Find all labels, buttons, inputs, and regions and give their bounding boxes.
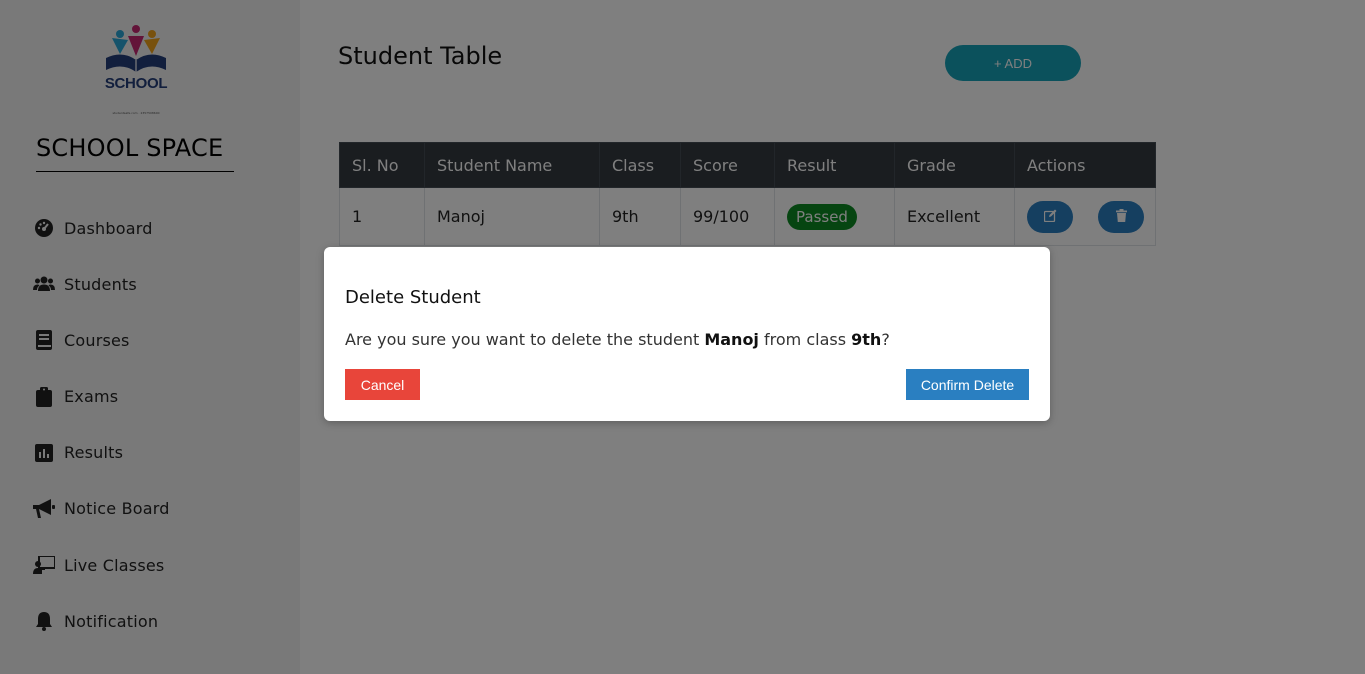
dialog-class-name: 9th (851, 330, 882, 349)
dialog-title: Delete Student (345, 287, 481, 308)
dialog-message-suffix: ? (881, 330, 890, 349)
delete-student-dialog: Delete Student Are you sure you want to … (324, 247, 1050, 421)
cancel-button[interactable]: Cancel (345, 369, 420, 400)
dialog-message-prefix: Are you sure you want to delete the stud… (345, 330, 705, 349)
dialog-message: Are you sure you want to delete the stud… (345, 330, 890, 349)
dialog-student-name: Manoj (704, 330, 759, 349)
dialog-message-mid: from class (758, 330, 852, 349)
confirm-delete-button[interactable]: Confirm Delete (906, 369, 1029, 400)
